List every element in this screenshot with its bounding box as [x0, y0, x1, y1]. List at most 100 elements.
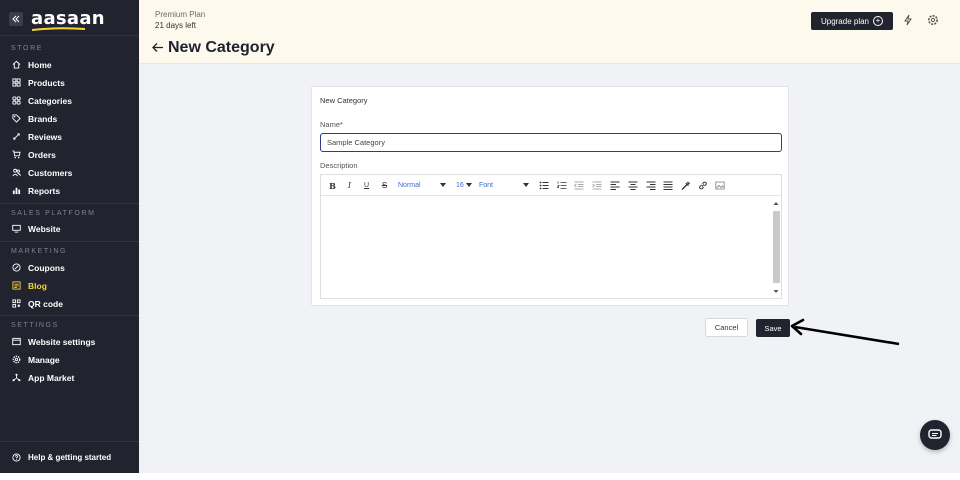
chevron-down-icon: [440, 183, 446, 187]
reviews-icon: [11, 132, 21, 142]
section-title-sales-platform: SALES PLATFORM: [11, 210, 96, 217]
sidebar-item-label: Website: [28, 223, 61, 234]
italic-icon[interactable]: I: [345, 180, 354, 191]
sidebar-item-coupons[interactable]: Coupons: [0, 259, 139, 276]
cart-icon: [11, 150, 21, 160]
font-size-value: 16: [456, 182, 464, 189]
scroll-down-icon[interactable]: [773, 289, 779, 294]
description-editor: B I U S Normal 16 Font: [320, 174, 782, 299]
sidebar-item-categories[interactable]: Categories: [0, 92, 139, 109]
scroll-up-icon[interactable]: [773, 201, 779, 206]
save-button[interactable]: Save: [756, 319, 790, 337]
qr-icon: [11, 299, 21, 309]
users-icon: [11, 168, 21, 178]
sidebar-item-app-market[interactable]: App Market: [0, 369, 139, 386]
image-icon[interactable]: [715, 180, 725, 191]
scrollbar-thumb[interactable]: [773, 211, 780, 283]
page-title: New Category: [168, 39, 275, 56]
sidebar-item-website-settings[interactable]: Website settings: [0, 333, 139, 350]
sidebar-divider: [0, 315, 139, 316]
bold-icon[interactable]: B: [328, 180, 337, 191]
outdent-icon[interactable]: [574, 180, 584, 191]
app-market-icon: [11, 373, 21, 383]
sidebar-divider: [0, 203, 139, 204]
sidebar-item-brands[interactable]: Brands: [0, 110, 139, 127]
products-icon: [11, 78, 21, 88]
collapse-sidebar-button[interactable]: [9, 12, 23, 26]
sidebar-item-label: Products: [28, 77, 65, 88]
monitor-icon: [11, 224, 21, 234]
sidebar-item-label: Reports: [28, 185, 61, 196]
upgrade-plan-label: Upgrade plan: [820, 16, 870, 26]
section-title-store: STORE: [11, 45, 43, 52]
annotation-arrow-icon: [790, 318, 900, 346]
brand-logo[interactable]: aasaan: [31, 8, 105, 29]
sidebar-divider: [0, 241, 139, 242]
sidebar-item-label: Blog: [28, 280, 47, 291]
font-family-select[interactable]: Font: [479, 180, 529, 191]
gear-icon: [11, 355, 21, 365]
chevron-down-icon: [466, 183, 472, 187]
font-size-select[interactable]: 16: [456, 180, 472, 191]
description-label: Description: [320, 161, 358, 170]
sidebar-item-reports[interactable]: Reports: [0, 182, 139, 199]
align-center-icon[interactable]: [628, 180, 638, 191]
sidebar-item-label: Reviews: [28, 131, 63, 142]
strikethrough-icon[interactable]: S: [380, 180, 389, 191]
section-title-marketing: MARKETING: [11, 248, 68, 255]
sidebar-item-label: Home: [28, 59, 52, 70]
name-label: Name*: [320, 120, 343, 129]
link-icon[interactable]: [698, 180, 708, 191]
description-text-area[interactable]: [321, 197, 781, 298]
form-card-title: New Category: [320, 96, 368, 105]
logo-swoosh-icon: [31, 27, 86, 31]
settings-gear-icon[interactable]: [927, 14, 939, 26]
name-input[interactable]: [320, 133, 782, 152]
tag-icon: [11, 114, 21, 124]
help-icon: [11, 453, 21, 463]
double-chevron-left-icon: [12, 15, 20, 23]
sidebar-item-orders[interactable]: Orders: [0, 146, 139, 163]
numbered-list-icon[interactable]: [557, 180, 567, 191]
sidebar-item-reviews[interactable]: Reviews: [0, 128, 139, 145]
sidebar-item-manage[interactable]: Manage: [0, 351, 139, 368]
sidebar-item-customers[interactable]: Customers: [0, 164, 139, 181]
align-justify-icon[interactable]: [663, 180, 673, 191]
upgrade-plan-button[interactable]: Upgrade plan +: [811, 12, 893, 30]
sidebar-item-website[interactable]: Website: [0, 220, 139, 237]
sidebar-item-label: Website settings: [28, 336, 96, 347]
indent-icon[interactable]: [592, 180, 602, 191]
align-left-icon[interactable]: [610, 180, 620, 191]
sidebar-item-products[interactable]: Products: [0, 74, 139, 91]
bullet-list-icon[interactable]: [539, 180, 549, 191]
sidebar-item-label: Categories: [28, 95, 72, 106]
logo-row: aasaan: [0, 0, 139, 36]
chat-support-button[interactable]: [920, 420, 950, 450]
plan-name: Premium Plan: [155, 10, 206, 19]
blog-icon: [11, 281, 21, 291]
sidebar-item-label: QR code: [28, 298, 63, 309]
section-title-settings: SETTINGS: [11, 322, 59, 329]
cancel-button[interactable]: Cancel: [705, 318, 748, 337]
home-icon: [11, 60, 21, 70]
editor-scrollbar[interactable]: [772, 199, 780, 296]
font-family-value: Font: [479, 182, 494, 189]
sidebar-item-home[interactable]: Home: [0, 56, 139, 73]
back-arrow-icon[interactable]: [151, 42, 164, 53]
underline-icon[interactable]: U: [362, 180, 371, 191]
align-right-icon[interactable]: [646, 180, 656, 191]
sidebar-item-blog[interactable]: Blog: [0, 277, 139, 294]
sidebar-item-qr-code[interactable]: QR code: [0, 295, 139, 312]
color-picker-icon[interactable]: [681, 180, 691, 191]
editor-toolbar: B I U S Normal 16 Font: [321, 175, 781, 196]
sidebar: aasaan STORE Home Products Categories Br…: [0, 0, 139, 473]
sidebar-item-label: Manage: [28, 354, 60, 365]
sidebar-item-label: Brands: [28, 113, 58, 124]
help-getting-started[interactable]: Help & getting started: [0, 441, 139, 473]
chat-bubble-icon: [928, 429, 942, 439]
app-window: aasaan STORE Home Products Categories Br…: [0, 0, 960, 473]
categories-icon: [11, 96, 21, 106]
format-select-value: Normal: [398, 182, 421, 189]
lightning-icon[interactable]: [902, 14, 914, 26]
format-select[interactable]: Normal: [398, 180, 446, 191]
